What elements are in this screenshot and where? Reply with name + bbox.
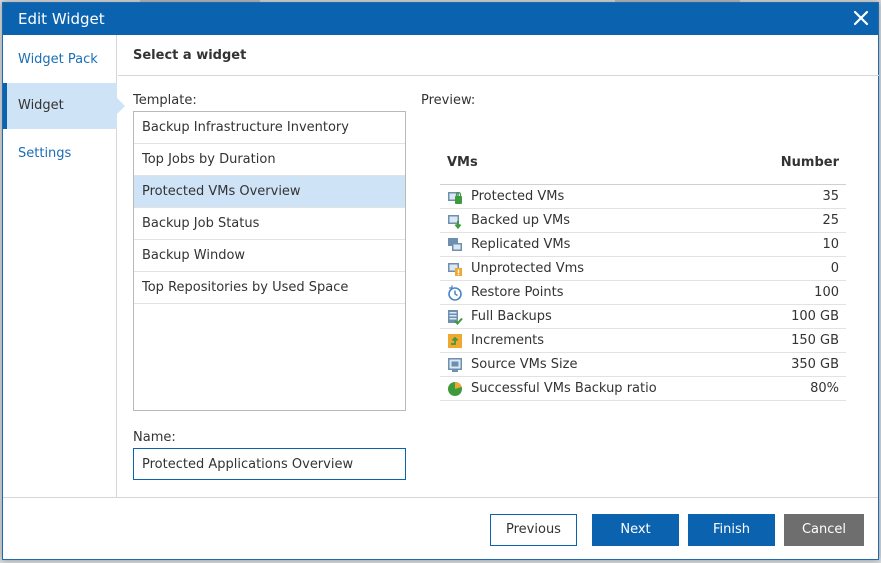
restore-point-icon: [447, 285, 463, 301]
template-item-backup-window[interactable]: Backup Window: [134, 240, 405, 272]
name-input[interactable]: [133, 448, 406, 480]
template-item-backup-infrastructure-inventory[interactable]: Backup Infrastructure Inventory: [134, 112, 405, 144]
template-item-protected-vms-overview[interactable]: Protected VMs Overview: [134, 176, 405, 208]
close-icon[interactable]: [850, 7, 872, 29]
dialog-footer: Previous Next Finish Cancel: [3, 497, 878, 561]
template-item-top-jobs-by-duration[interactable]: Top Jobs by Duration: [134, 144, 405, 176]
pie-chart-icon: [447, 381, 463, 397]
previous-button[interactable]: Previous: [490, 514, 577, 546]
preview-row: Protected VMs 35: [440, 185, 846, 209]
preview-row-value: 100: [814, 285, 839, 300]
preview-row: Replicated VMs 10: [440, 233, 846, 257]
nav-item-widget-pack[interactable]: Widget Pack: [3, 37, 117, 83]
next-button[interactable]: Next: [592, 514, 679, 546]
template-item-top-repositories[interactable]: Top Repositories by Used Space: [134, 272, 405, 304]
preview-row-name: Full Backups: [471, 309, 552, 324]
preview-table: VMs Number Protected VMs 35 Backed up VM…: [440, 153, 846, 401]
increment-icon: [447, 333, 463, 349]
cancel-button[interactable]: Cancel: [784, 514, 864, 546]
dialog-title: Edit Widget: [18, 10, 105, 28]
preview-row-value: 80%: [810, 381, 839, 396]
nav-item-widget[interactable]: Widget: [3, 83, 125, 129]
template-list[interactable]: Backup Infrastructure Inventory Top Jobs…: [133, 111, 406, 411]
preview-row-name: Protected VMs: [471, 189, 565, 204]
dialog-titlebar: Edit Widget: [3, 3, 878, 35]
source-vm-size-icon: [447, 357, 463, 373]
preview-row-name: Replicated VMs: [471, 237, 571, 252]
preview-row: Full Backups 100 GB: [440, 305, 846, 329]
backed-up-vm-icon: [447, 213, 463, 229]
preview-col-number: Number: [780, 155, 839, 170]
unprotected-vm-icon: [447, 261, 463, 277]
preview-row: Unprotected Vms 0: [440, 257, 846, 281]
preview-row-value: 100 GB: [791, 309, 839, 324]
preview-row-name: Successful VMs Backup ratio: [471, 381, 657, 396]
wizard-nav: Widget Pack Widget Settings: [3, 35, 125, 497]
preview-col-vms: VMs: [447, 155, 478, 170]
preview-row: Source VMs Size 350 GB: [440, 353, 846, 377]
preview-row: Restore Points 100: [440, 281, 846, 305]
preview-row-value: 10: [822, 237, 839, 252]
template-item-backup-job-status[interactable]: Backup Job Status: [134, 208, 405, 240]
preview-header-row: VMs Number: [440, 153, 846, 185]
section-title: Select a widget: [133, 48, 247, 63]
template-label: Template:: [133, 93, 197, 108]
preview-row: Increments 150 GB: [440, 329, 846, 353]
finish-button[interactable]: Finish: [688, 514, 775, 546]
preview-row-value: 350 GB: [791, 357, 839, 372]
replicated-vm-icon: [447, 237, 463, 253]
preview-row-value: 25: [822, 213, 839, 228]
full-backup-icon: [447, 309, 463, 325]
edit-widget-dialog: Edit Widget Widget Pack Widget Settings …: [2, 2, 879, 560]
preview-row-name: Source VMs Size: [471, 357, 578, 372]
preview-row: Backed up VMs 25: [440, 209, 846, 233]
preview-row: Successful VMs Backup ratio 80%: [440, 377, 846, 401]
protected-vm-icon: [447, 189, 463, 205]
preview-row-value: 0: [830, 261, 839, 276]
preview-row-value: 35: [822, 189, 839, 204]
section-header: Select a widget: [118, 35, 879, 76]
name-label: Name:: [133, 430, 176, 445]
preview-label: Preview:: [421, 93, 476, 108]
nav-item-settings[interactable]: Settings: [3, 131, 117, 177]
preview-row-name: Restore Points: [471, 285, 564, 300]
preview-row-name: Backed up VMs: [471, 213, 570, 228]
preview-row-name: Unprotected Vms: [471, 261, 585, 276]
preview-row-name: Increments: [471, 333, 545, 348]
preview-row-value: 150 GB: [791, 333, 839, 348]
